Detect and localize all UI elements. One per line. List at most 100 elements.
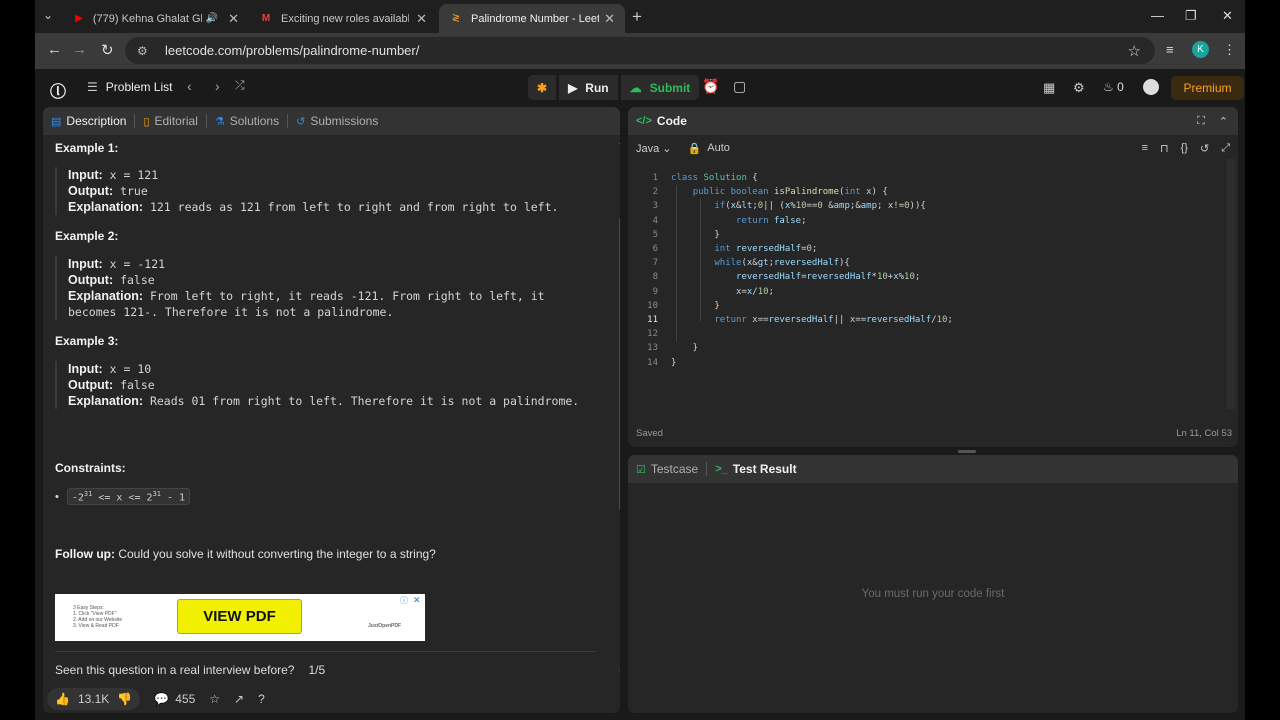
media-control-icon[interactable]: ≡: [1166, 42, 1174, 57]
editor-status-bar: Saved Ln 11, Col 53: [636, 428, 1232, 439]
scroll-down-icon[interactable]: ▼: [618, 669, 620, 676]
checkbox-icon: ☑: [636, 463, 646, 476]
example-1-explanation: 121 reads as 121 from left to right and …: [149, 200, 559, 214]
tab-editorial[interactable]: ▯ Editorial: [135, 114, 205, 128]
code-line[interactable]: public boolean isPalindrome(int x) {: [671, 187, 888, 197]
braces-icon[interactable]: {}: [1181, 142, 1188, 155]
timer-icon[interactable]: ⏰: [702, 78, 719, 95]
code-line[interactable]: x=x/10;: [671, 287, 774, 297]
fullscreen-icon[interactable]: ⛶: [1197, 115, 1205, 128]
settings-gear-icon[interactable]: ⚙: [1073, 80, 1085, 96]
code-line[interactable]: }: [671, 358, 676, 368]
code-line[interactable]: int reversedHalf=0;: [671, 244, 817, 254]
new-tab-icon[interactable]: +: [632, 7, 642, 27]
ad-info-icon[interactable]: ⓘ: [400, 595, 408, 606]
collapse-icon[interactable]: ⌃: [1219, 115, 1228, 128]
example-3-title: Example 3:: [55, 334, 119, 348]
premium-button[interactable]: Premium: [1171, 76, 1244, 100]
back-icon[interactable]: ←: [47, 41, 62, 58]
format-icon[interactable]: ≡: [1142, 142, 1148, 155]
example-2-output: false: [120, 273, 155, 287]
speaker-icon[interactable]: 🔊: [206, 13, 218, 24]
browser-tab-youtube[interactable]: ▶ (779) Kehna Ghalat Ghalat 🔊 ✕: [63, 4, 249, 33]
code-line[interactable]: }: [671, 230, 719, 240]
ad-close-icon[interactable]: ✕: [413, 595, 421, 606]
favorite-star-icon[interactable]: ☆: [209, 692, 220, 706]
address-bar: ← → ↻ ⚙ leetcode.com/problems/palindrome…: [35, 33, 1245, 69]
description-scrollbar[interactable]: ▲ ▼: [617, 135, 620, 676]
fire-icon: ♨: [1103, 80, 1114, 94]
browser-tab-leetcode[interactable]: ≷ Palindrome Number - LeetCode ✕: [439, 4, 625, 33]
code-line[interactable]: retunr x==reversedHalf|| x==reversedHalf…: [671, 315, 952, 325]
line-number: 5: [652, 229, 658, 240]
tab-testcase[interactable]: ☑ Testcase: [628, 462, 706, 476]
close-tab-icon[interactable]: ✕: [604, 11, 615, 27]
debug-button[interactable]: ✱: [528, 75, 557, 100]
reload-icon[interactable]: ↻: [101, 41, 114, 59]
editor-scrollbar[interactable]: [1227, 159, 1235, 409]
play-icon: ▶: [568, 80, 578, 95]
submit-button[interactable]: ☁ Submit: [620, 75, 700, 100]
tab-test-result[interactable]: >_ Test Result: [707, 462, 804, 476]
menu-dots-icon[interactable]: ⋮: [1223, 42, 1236, 58]
comments-button[interactable]: 💬 455: [154, 692, 195, 706]
url-field[interactable]: ⚙ leetcode.com/problems/palindrome-numbe…: [125, 37, 1155, 64]
code-line[interactable]: return false;: [671, 216, 806, 226]
code-line[interactable]: reversedHalf=reversedHalf*10+x%10;: [671, 272, 920, 282]
seen-count: 1/5: [308, 663, 326, 677]
language-select[interactable]: Java ⌄: [636, 142, 672, 155]
next-problem-icon[interactable]: ›: [215, 78, 220, 94]
thumbs-down-icon[interactable]: 👎: [117, 692, 132, 706]
gmail-icon: M: [261, 13, 271, 24]
bookmark-star-icon[interactable]: ☆: [1128, 42, 1141, 60]
notes-icon[interactable]: ▢: [733, 78, 746, 95]
close-tab-icon[interactable]: ✕: [416, 11, 427, 27]
tab-search-icon[interactable]: ⌄: [43, 8, 53, 22]
minimize-icon[interactable]: —: [1151, 8, 1164, 23]
run-submit-group: ✱ ▶ Run ☁ Submit: [528, 75, 700, 100]
panel-resize-handle[interactable]: [958, 450, 976, 453]
code-line[interactable]: }: [671, 301, 719, 311]
close-tab-icon[interactable]: ✕: [228, 11, 239, 27]
code-line[interactable]: if(x&lt;0|| (x%10==0 &amp;&amp; x!=0)){: [671, 201, 925, 211]
share-icon[interactable]: ↗: [234, 692, 244, 706]
help-icon[interactable]: ?: [258, 692, 265, 706]
bookmark-icon[interactable]: ⊓: [1160, 142, 1169, 155]
divider: [55, 651, 595, 652]
layout-grid-icon[interactable]: ▦: [1043, 80, 1055, 96]
close-window-icon[interactable]: ✕: [1222, 8, 1233, 24]
user-avatar[interactable]: [1143, 79, 1159, 95]
history-icon: ↺: [296, 115, 306, 128]
streak-counter[interactable]: ♨ 0: [1103, 80, 1124, 94]
forward-icon[interactable]: →: [72, 41, 87, 58]
code-line[interactable]: }: [671, 343, 698, 353]
run-button[interactable]: ▶ Run: [559, 75, 618, 100]
thumbs-up-icon[interactable]: 👍: [55, 692, 70, 706]
site-info-icon[interactable]: ⚙: [137, 44, 153, 58]
tab-description[interactable]: ▤ Description: [43, 114, 134, 128]
leetcode-logo-icon[interactable]: ⓛ: [50, 78, 68, 101]
result-empty-message: You must run your code first: [861, 588, 1005, 600]
ad-view-pdf-button[interactable]: VIEW PDF: [177, 599, 302, 634]
browser-tab-gmail[interactable]: M Exciting new roles available at ✕: [249, 4, 437, 33]
bullet-icon: •: [55, 490, 59, 503]
tab-submissions[interactable]: ↺ Submissions: [288, 114, 386, 128]
code-line[interactable]: class Solution {: [671, 173, 758, 183]
prev-problem-icon[interactable]: ‹: [187, 78, 192, 94]
profile-avatar[interactable]: K: [1192, 41, 1209, 58]
scroll-up-icon[interactable]: ▲: [618, 139, 620, 146]
tab-solutions[interactable]: ⚗ Solutions: [207, 114, 287, 128]
autocomplete-toggle[interactable]: 🔒 Auto: [688, 142, 730, 155]
problem-list-button[interactable]: ☰ Problem List: [87, 80, 172, 94]
comment-icon: 💬: [154, 692, 170, 706]
maximize-icon[interactable]: ❐: [1185, 8, 1197, 24]
code-line[interactable]: while(x&gt;reversedHalf){: [671, 258, 850, 268]
line-number: 9: [652, 286, 658, 297]
advertisement-banner[interactable]: 3 Easy Steps: 1. Click "View PDF" 2. Add…: [55, 594, 425, 641]
shuffle-icon[interactable]: ⤮: [235, 78, 245, 93]
code-editor[interactable]: 1 class Solution {2 public boolean isPali…: [628, 165, 1228, 415]
code-panel: </> Code ⛶ ⌃ Java ⌄ 🔒 Auto ≡ ⊓ {} ↺ ⤢ 1 cl…: [628, 107, 1238, 447]
reset-icon[interactable]: ↺: [1200, 142, 1209, 155]
scroll-thumb[interactable]: [619, 217, 620, 511]
expand-icon[interactable]: ⤢: [1221, 142, 1230, 155]
